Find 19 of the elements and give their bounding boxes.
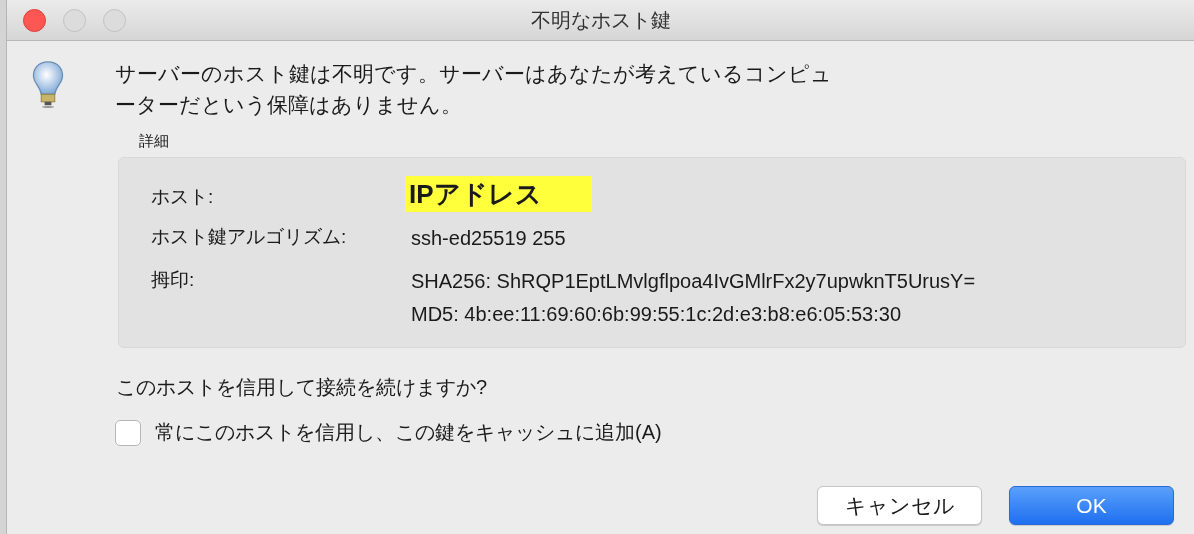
cancel-button[interactable]: キャンセル — [817, 486, 982, 525]
field-value: SHA256: ShRQP1EptLMvlgflpoa4IvGMlrFx2y7upwknT5UrusY= — [411, 269, 976, 294]
window-title: 不明なホスト鍵 — [530, 7, 671, 33]
checkbox-label: 常にこのホストを信用し、この鍵をキャッシュに追加(A) — [155, 420, 662, 445]
field-value: ssh-ed25519 255 — [411, 226, 566, 251]
ok-button[interactable]: OK — [1009, 486, 1174, 525]
details-label: 詳細 — [139, 132, 169, 151]
field-label: ホスト鍵アルゴリズム: — [151, 225, 348, 249]
field-label: ホスト: — [151, 185, 215, 209]
field-label: 拇印: — [151, 268, 196, 292]
zoom-button[interactable] — [103, 8, 126, 32]
minimize-button[interactable] — [63, 8, 86, 32]
field-value: MD5: 4b:ee:11:69:60:6b:99:55:1c:2d:e3:b8:e6:05:53:30 — [411, 302, 902, 327]
light-bulb-icon — [31, 59, 65, 109]
close-button[interactable] — [23, 8, 46, 32]
message-text: サーバーのホスト鍵は不明です。サーバーはあなたが考えているコンピュ ーターだという保障はありません。 — [115, 61, 832, 118]
question-text: このホストを信用して接続を続けますか? — [116, 375, 488, 400]
checkbox[interactable] — [115, 419, 141, 446]
field-value: IPアドレス — [405, 176, 592, 212]
